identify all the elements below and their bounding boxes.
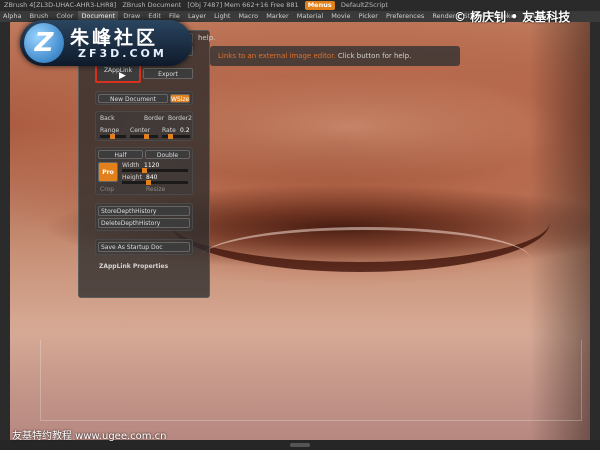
status-readout: [Obj 7487] Mem 662+16 Free 881 bbox=[187, 1, 299, 9]
delete-depth-history-button[interactable]: DeleteDepthHistory bbox=[98, 218, 190, 228]
double-label: Double bbox=[156, 152, 179, 159]
wsize-label: WSize bbox=[171, 96, 190, 103]
crop-label[interactable]: Crop bbox=[100, 186, 114, 193]
export-label: Export bbox=[158, 71, 178, 78]
wsize-button[interactable]: WSize bbox=[170, 94, 190, 103]
height-label: Height bbox=[122, 174, 142, 181]
logo-title: 朱峰社区 bbox=[70, 27, 159, 49]
range-label: Range bbox=[100, 127, 120, 134]
default-zscript-button[interactable]: DefaultZScript bbox=[341, 0, 388, 11]
half-label: Half bbox=[114, 152, 127, 159]
logo-badge: Z bbox=[24, 23, 64, 63]
menu-macro[interactable]: Macro bbox=[235, 11, 261, 22]
tooltip-text: Click button for help. bbox=[335, 52, 412, 60]
resize-label[interactable]: Resize bbox=[146, 186, 165, 193]
watermark-bottom: 友基特约教程 www.ugee.com.cn bbox=[12, 431, 167, 442]
site-logo: Z 朱峰社区 ZF3D.COM bbox=[20, 20, 192, 66]
double-button[interactable]: Double bbox=[145, 150, 190, 159]
height-slider-knob[interactable] bbox=[146, 180, 151, 185]
zapplink-button[interactable]: ZAppLink bbox=[95, 63, 141, 83]
save-as-startup-doc-button[interactable]: Save As Startup Doc bbox=[98, 242, 190, 252]
new-document-label: New Document bbox=[109, 96, 157, 103]
zapplink-properties-header[interactable]: ZAppLink Properties bbox=[99, 263, 168, 270]
rate-slider[interactable] bbox=[162, 134, 190, 139]
menu-material[interactable]: Material bbox=[294, 11, 326, 22]
range-slider-knob[interactable] bbox=[110, 134, 115, 139]
store-depth-history-button[interactable]: StoreDepthHistory bbox=[98, 206, 190, 216]
logo-subtitle: ZF3D.COM bbox=[78, 47, 167, 60]
pro-button[interactable]: Pro bbox=[98, 162, 118, 182]
range-slider[interactable] bbox=[100, 134, 126, 139]
cursor-icon: ▶ bbox=[119, 71, 126, 81]
export-button[interactable]: Export bbox=[143, 68, 193, 79]
menu-light[interactable]: Light bbox=[211, 11, 233, 22]
menu-alpha[interactable]: Alpha bbox=[0, 11, 24, 22]
startup-section: Save As Startup Doc bbox=[95, 239, 193, 255]
menu-layer[interactable]: Layer bbox=[185, 11, 209, 22]
new-document-button[interactable]: New Document bbox=[98, 94, 168, 103]
width-slider[interactable] bbox=[122, 168, 188, 173]
zbrush-window: ZBrush 4[ZL3D-UHAC-AHR3-LHR8] ZBrush Doc… bbox=[0, 0, 600, 450]
back-label[interactable]: Back bbox=[100, 115, 115, 122]
rate-slider-knob[interactable] bbox=[168, 134, 173, 139]
center-label: Center bbox=[130, 127, 151, 134]
document-title: ZBrush Document bbox=[122, 1, 182, 9]
center-slider-knob[interactable] bbox=[144, 134, 149, 139]
delete-depth-history-label: DeleteDepthHistory bbox=[101, 220, 161, 227]
menu-marker[interactable]: Marker bbox=[263, 11, 291, 22]
height-slider[interactable] bbox=[122, 180, 188, 185]
lower-lid bbox=[200, 227, 530, 290]
size-section: Half Double Pro Width 1120 Height 840 Cr… bbox=[95, 147, 193, 195]
width-slider-knob[interactable] bbox=[142, 168, 147, 173]
menu-movie[interactable]: Movie bbox=[328, 11, 353, 22]
tray-handle[interactable] bbox=[290, 443, 310, 447]
pro-label: Pro bbox=[102, 169, 114, 176]
help-tooltip: Links to an external image editor. Click… bbox=[210, 46, 460, 66]
border2-label[interactable]: Border2 bbox=[168, 115, 192, 122]
rate-value: 0.2 bbox=[180, 127, 190, 134]
background-section: Back Border Border2 Range Center Rate 0.… bbox=[95, 111, 193, 141]
menu-picker[interactable]: Picker bbox=[356, 11, 381, 22]
right-shelf[interactable] bbox=[590, 22, 600, 442]
width-label: Width bbox=[122, 162, 140, 169]
tooltip-highlight: Links to an external image editor. bbox=[218, 52, 336, 60]
zapplink-label: ZAppLink bbox=[103, 67, 133, 74]
watermark-top: © 杨庆钊 • 友基科技 bbox=[454, 10, 571, 24]
new-document-row: New Document WSize bbox=[95, 91, 193, 105]
menu-preferences[interactable]: Preferences bbox=[383, 11, 427, 22]
depth-history-section: StoreDepthHistory DeleteDepthHistory bbox=[95, 203, 193, 231]
document-palette: ZAppLink ▶ Export New Document WSize Bac… bbox=[78, 30, 210, 298]
left-shelf[interactable] bbox=[0, 22, 10, 442]
store-depth-history-label: StoreDepthHistory bbox=[101, 208, 157, 215]
half-button[interactable]: Half bbox=[98, 150, 143, 159]
save-as-startup-doc-label: Save As Startup Doc bbox=[101, 244, 163, 251]
border-label[interactable]: Border bbox=[144, 115, 164, 122]
document-frame bbox=[40, 340, 582, 421]
app-title: ZBrush 4[ZL3D-UHAC-AHR3-LHR8] bbox=[4, 1, 117, 9]
rate-label: Rate bbox=[162, 127, 176, 134]
center-slider[interactable] bbox=[130, 134, 158, 139]
menus-button[interactable]: Menus bbox=[304, 1, 335, 10]
help-label: help. bbox=[198, 34, 216, 42]
